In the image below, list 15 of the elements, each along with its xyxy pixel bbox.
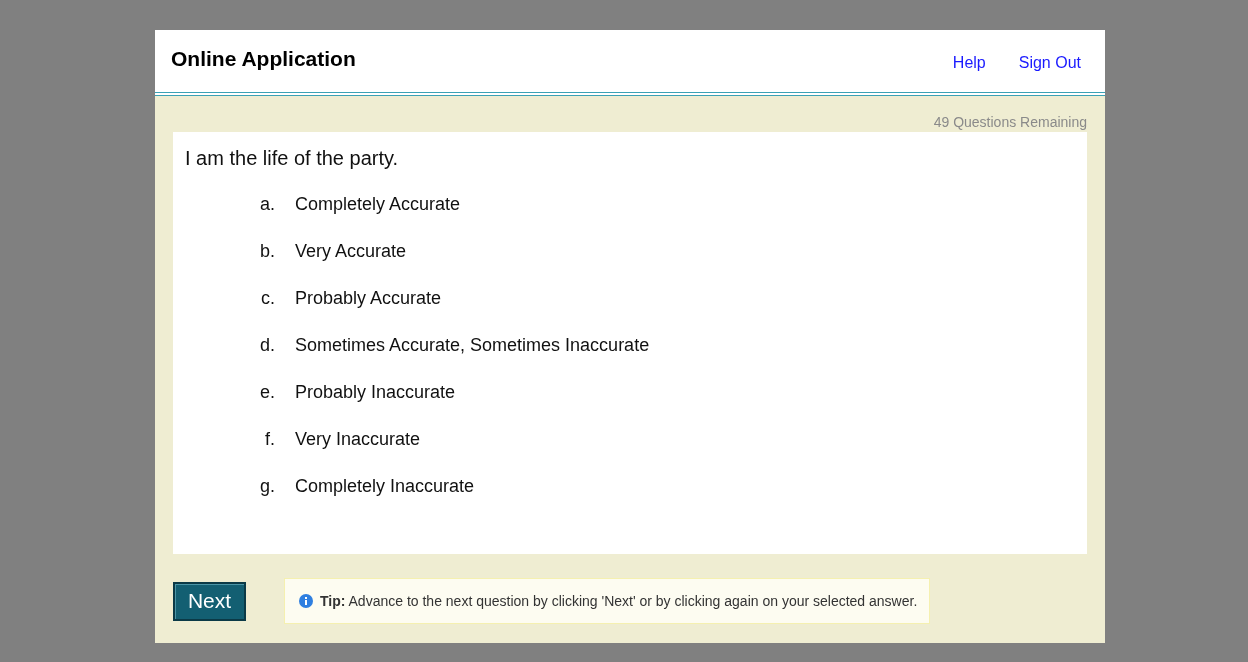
header-link[interactable]: Help — [952, 54, 986, 72]
answer-option[interactable]: b. Very Accurate — [257, 241, 407, 262]
next-button[interactable]: Next — [173, 581, 246, 621]
header-link[interactable]: Sign Out — [1018, 54, 1081, 72]
tip-text: Tip: Advance to the next question by clicking 'Next' or by clicking again on your selected answer. — [320, 593, 918, 609]
answer-option[interactable]: g. Completely Inaccurate — [257, 476, 475, 497]
info-icon — [299, 594, 313, 608]
answer-option[interactable]: d. Sometimes Accurate, Sometimes Inaccurate — [257, 335, 650, 356]
answer-option[interactable]: f. Very Inaccurate — [257, 429, 421, 450]
answer-option[interactable]: a. Completely Accurate — [257, 194, 461, 215]
questions-remaining: 49 Questions Remaining — [932, 113, 1088, 132]
app-title: Online Application — [171, 47, 357, 71]
answer-option[interactable]: c. Probably Accurate — [257, 288, 442, 309]
question-text: I am the life of the party. — [185, 147, 400, 170]
answer-option[interactable]: e. Probably Inaccurate — [257, 382, 456, 403]
